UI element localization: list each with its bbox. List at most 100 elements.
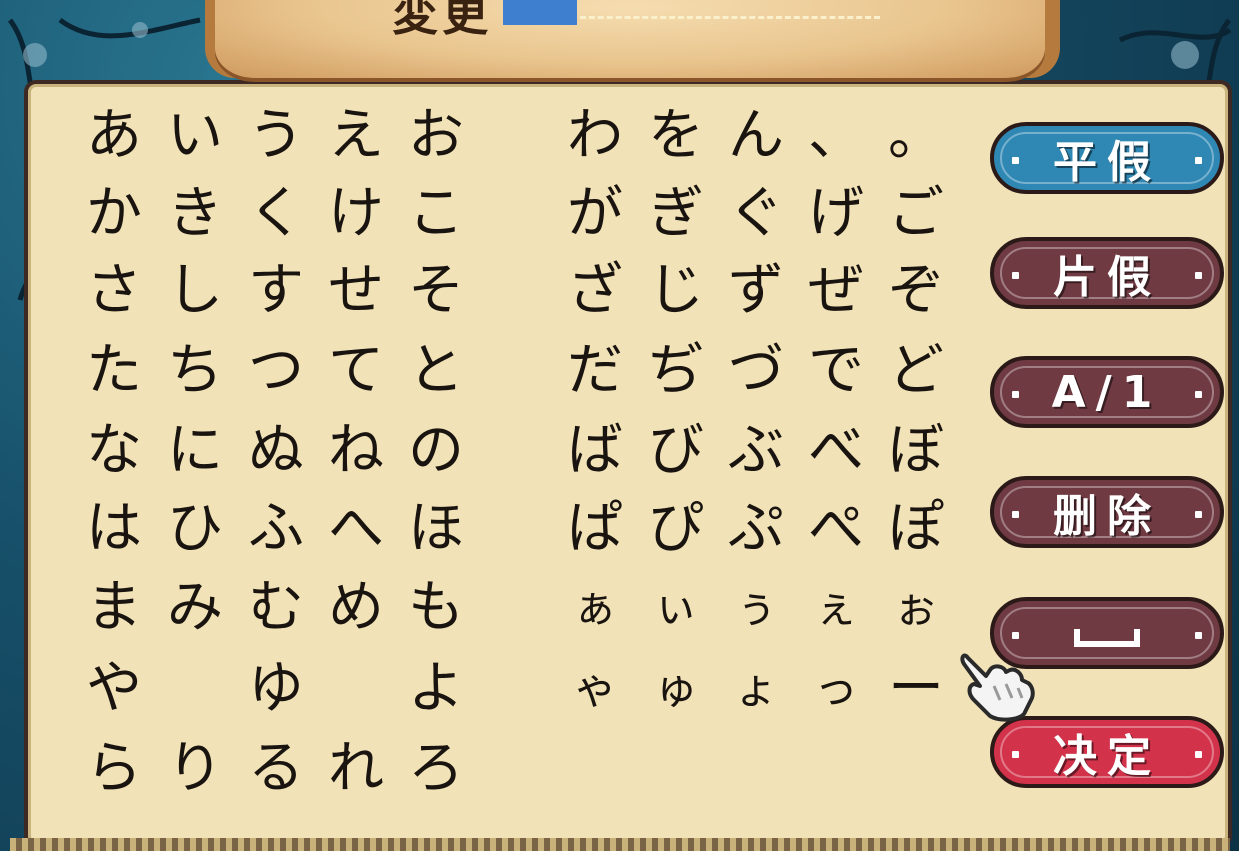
kana-key[interactable]: 、	[798, 98, 874, 174]
kana-key[interactable]: を	[638, 98, 714, 174]
kana-key[interactable]: ま	[76, 570, 152, 646]
kana-key[interactable]: ぴ	[638, 491, 714, 567]
kana-key[interactable]: ぇ	[798, 570, 874, 646]
kana-key[interactable]: ぢ	[638, 333, 714, 409]
kana-key[interactable]: ゃ	[557, 651, 633, 727]
kana-key[interactable]: む	[238, 570, 314, 646]
kana-key[interactable]: す	[238, 253, 314, 329]
kana-key[interactable]: ぞ	[878, 253, 954, 329]
button-dot-ornament	[1012, 632, 1019, 639]
kana-key[interactable]: ご	[878, 176, 954, 252]
kana-key[interactable]: ぱ	[557, 491, 633, 567]
kana-key[interactable]: ー	[878, 651, 954, 727]
kana-key[interactable]: よ	[398, 651, 474, 727]
kana-key[interactable]: ぼ	[878, 413, 954, 489]
kana-key[interactable]: ゆ	[238, 651, 314, 727]
kana-key[interactable]: せ	[318, 253, 394, 329]
kana-key[interactable]: て	[318, 333, 394, 409]
kana-key[interactable]: り	[157, 731, 233, 807]
kana-key[interactable]: く	[238, 176, 314, 252]
katakana-button[interactable]: 片假	[990, 237, 1224, 309]
kana-key-blank	[318, 651, 394, 727]
kana-key[interactable]: ず	[718, 253, 794, 329]
kana-key[interactable]: へ	[318, 491, 394, 567]
kana-key[interactable]: さ	[76, 253, 152, 329]
kana-key[interactable]: で	[798, 333, 874, 409]
kana-key[interactable]: い	[157, 98, 233, 174]
button-label: A/1	[1051, 366, 1163, 418]
kana-key[interactable]: ぷ	[718, 491, 794, 567]
button-label: 平假	[1053, 137, 1161, 188]
kana-key[interactable]: だ	[557, 333, 633, 409]
kana-key[interactable]: ぐ	[718, 176, 794, 252]
kana-key[interactable]: じ	[638, 253, 714, 329]
alphanumeric-button[interactable]: A/1	[990, 356, 1224, 428]
kana-key[interactable]: た	[76, 333, 152, 409]
kana-key[interactable]: ざ	[557, 253, 633, 329]
kana-key[interactable]: な	[76, 413, 152, 489]
kana-key[interactable]: ぜ	[798, 253, 874, 329]
kana-key[interactable]: こ	[398, 176, 474, 252]
kana-key-blank	[798, 731, 874, 807]
kana-key[interactable]: が	[557, 176, 633, 252]
kana-key[interactable]: ぬ	[238, 413, 314, 489]
kana-key[interactable]: ん	[718, 98, 794, 174]
button-dot-ornament	[1195, 272, 1202, 279]
kana-key[interactable]: ぁ	[557, 570, 633, 646]
kana-key[interactable]: は	[76, 491, 152, 567]
kana-key[interactable]: け	[318, 176, 394, 252]
kana-key[interactable]: か	[76, 176, 152, 252]
kana-key[interactable]: ひ	[157, 491, 233, 567]
kana-key[interactable]: ほ	[398, 491, 474, 567]
kana-key[interactable]: わ	[557, 98, 633, 174]
kana-key[interactable]: べ	[798, 413, 874, 489]
kana-key[interactable]: え	[318, 98, 394, 174]
kana-key[interactable]: も	[398, 570, 474, 646]
kana-key[interactable]: ぉ	[878, 570, 954, 646]
delete-button[interactable]: 删除	[990, 476, 1224, 548]
button-dot-ornament	[1012, 157, 1019, 164]
kana-key[interactable]: び	[638, 413, 714, 489]
kana-key[interactable]: ぶ	[718, 413, 794, 489]
button-label: 片假	[1053, 252, 1161, 303]
confirm-button[interactable]: 决定	[990, 716, 1224, 788]
kana-key[interactable]: ら	[76, 731, 152, 807]
kana-key[interactable]: ど	[878, 333, 954, 409]
kana-key[interactable]: っ	[798, 651, 874, 727]
kana-key[interactable]: う	[238, 98, 314, 174]
kana-key[interactable]: に	[157, 413, 233, 489]
kana-key[interactable]: の	[398, 413, 474, 489]
kana-key[interactable]: ね	[318, 413, 394, 489]
kana-key[interactable]: ふ	[238, 491, 314, 567]
kana-key[interactable]: み	[157, 570, 233, 646]
kana-key[interactable]: つ	[238, 333, 314, 409]
kana-key[interactable]: あ	[76, 98, 152, 174]
button-dot-ornament	[1195, 157, 1202, 164]
button-dot-ornament	[1195, 751, 1202, 758]
kana-key[interactable]: そ	[398, 253, 474, 329]
button-label: 决定	[1053, 731, 1161, 782]
kana-key[interactable]: し	[157, 253, 233, 329]
kana-key[interactable]: ょ	[718, 651, 794, 727]
kana-key[interactable]: づ	[718, 333, 794, 409]
kana-key[interactable]: お	[398, 98, 474, 174]
hiragana-button[interactable]: 平假	[990, 122, 1224, 194]
kana-key[interactable]: ゅ	[638, 651, 714, 727]
kana-key[interactable]: 。	[878, 98, 954, 174]
kana-key[interactable]: め	[318, 570, 394, 646]
kana-key[interactable]: ぺ	[798, 491, 874, 567]
kana-key[interactable]: き	[157, 176, 233, 252]
kana-key[interactable]: ぅ	[718, 570, 794, 646]
kana-key[interactable]: ろ	[398, 731, 474, 807]
kana-key[interactable]: ば	[557, 413, 633, 489]
kana-key[interactable]: ち	[157, 333, 233, 409]
kana-key[interactable]: ぃ	[638, 570, 714, 646]
kana-key[interactable]: る	[238, 731, 314, 807]
kana-key[interactable]: れ	[318, 731, 394, 807]
button-dot-ornament	[1195, 511, 1202, 518]
kana-key[interactable]: や	[76, 651, 152, 727]
kana-key[interactable]: と	[398, 333, 474, 409]
kana-key[interactable]: ぎ	[638, 176, 714, 252]
kana-key[interactable]: ぽ	[878, 491, 954, 567]
kana-key[interactable]: げ	[798, 176, 874, 252]
